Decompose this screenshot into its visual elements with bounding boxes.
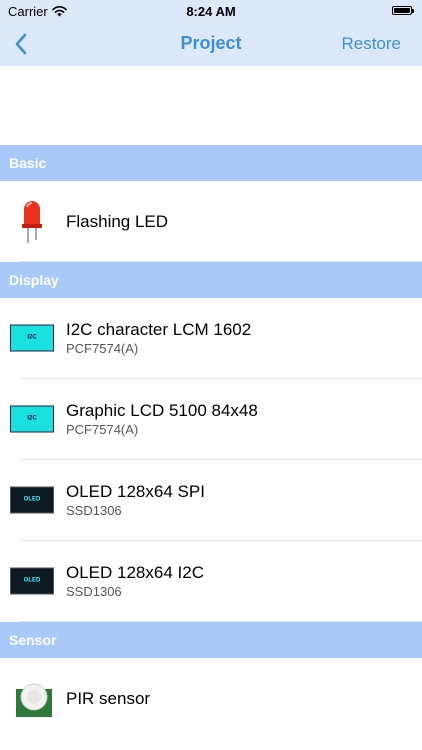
- lcd-module-icon: I2C: [10, 324, 56, 353]
- status-time: 8:24 AM: [186, 4, 236, 19]
- list-item-title: Graphic LCD 5100 84x48: [66, 401, 258, 420]
- list-item-pir-sensor[interactable]: PIR sensor: [0, 658, 422, 739]
- screen: Carrier 8:24 AM Project Restore Basic Fl…: [0, 0, 422, 750]
- list-item-subtitle: PCF7574(A): [66, 422, 139, 437]
- list-item-title: PIR sensor: [66, 688, 151, 708]
- oled-module-icon: OLED: [10, 486, 56, 515]
- section-header-sensor: Sensor: [0, 622, 422, 658]
- top-spacer: [0, 66, 422, 145]
- navigation-bar: Project Restore: [0, 22, 422, 66]
- list-item-title: I2C character LCM 1602: [66, 320, 252, 339]
- list-item-subtitle: SSD1306: [66, 503, 122, 518]
- status-bar: Carrier 8:24 AM: [0, 0, 422, 22]
- list-item-flashing-led[interactable]: Flashing LED: [0, 181, 422, 262]
- list-item-text: PIR sensor: [66, 658, 412, 739]
- pir-sensor-icon: [14, 679, 54, 719]
- oled-module-icon: OLED: [10, 567, 56, 596]
- row-separator: [20, 261, 422, 262]
- red-led-icon: [20, 199, 44, 245]
- list-item-title: OLED 128x64 I2C: [66, 563, 204, 582]
- row-separator: [20, 621, 422, 622]
- list-item-oled-spi[interactable]: OLED OLED 128x64 SPI SSD1306: [0, 460, 422, 541]
- lcd-module-icon: I2C: [10, 405, 56, 434]
- list-item-subtitle: PCF7574(A): [66, 341, 139, 356]
- list-item-i2c-character-lcm[interactable]: I2C I2C character LCM 1602 PCF7574(A): [0, 298, 422, 379]
- list-item-text: OLED 128x64 SPI SSD1306: [66, 460, 412, 541]
- section-header-display: Display: [0, 262, 422, 298]
- list-item-text: OLED 128x64 I2C SSD1306: [66, 541, 412, 622]
- project-list: Basic Flashing LED Display I2C I2C chara…: [0, 66, 422, 739]
- list-item-subtitle: SSD1306: [66, 584, 122, 599]
- list-item-title: OLED 128x64 SPI: [66, 482, 205, 501]
- list-item-text: I2C character LCM 1602 PCF7574(A): [66, 298, 412, 379]
- list-item-graphic-lcd-5100[interactable]: I2C Graphic LCD 5100 84x48 PCF7574(A): [0, 379, 422, 460]
- list-item-title: Flashing LED: [66, 211, 169, 231]
- section-header-basic: Basic: [0, 145, 422, 181]
- list-item-oled-i2c[interactable]: OLED OLED 128x64 I2C SSD1306: [0, 541, 422, 622]
- battery-icon: [392, 6, 414, 15]
- list-item-text: Flashing LED: [66, 181, 412, 262]
- list-item-text: Graphic LCD 5100 84x48 PCF7574(A): [66, 379, 412, 460]
- top-bar: Carrier 8:24 AM Project Restore: [0, 0, 422, 66]
- restore-button[interactable]: Restore: [341, 34, 401, 54]
